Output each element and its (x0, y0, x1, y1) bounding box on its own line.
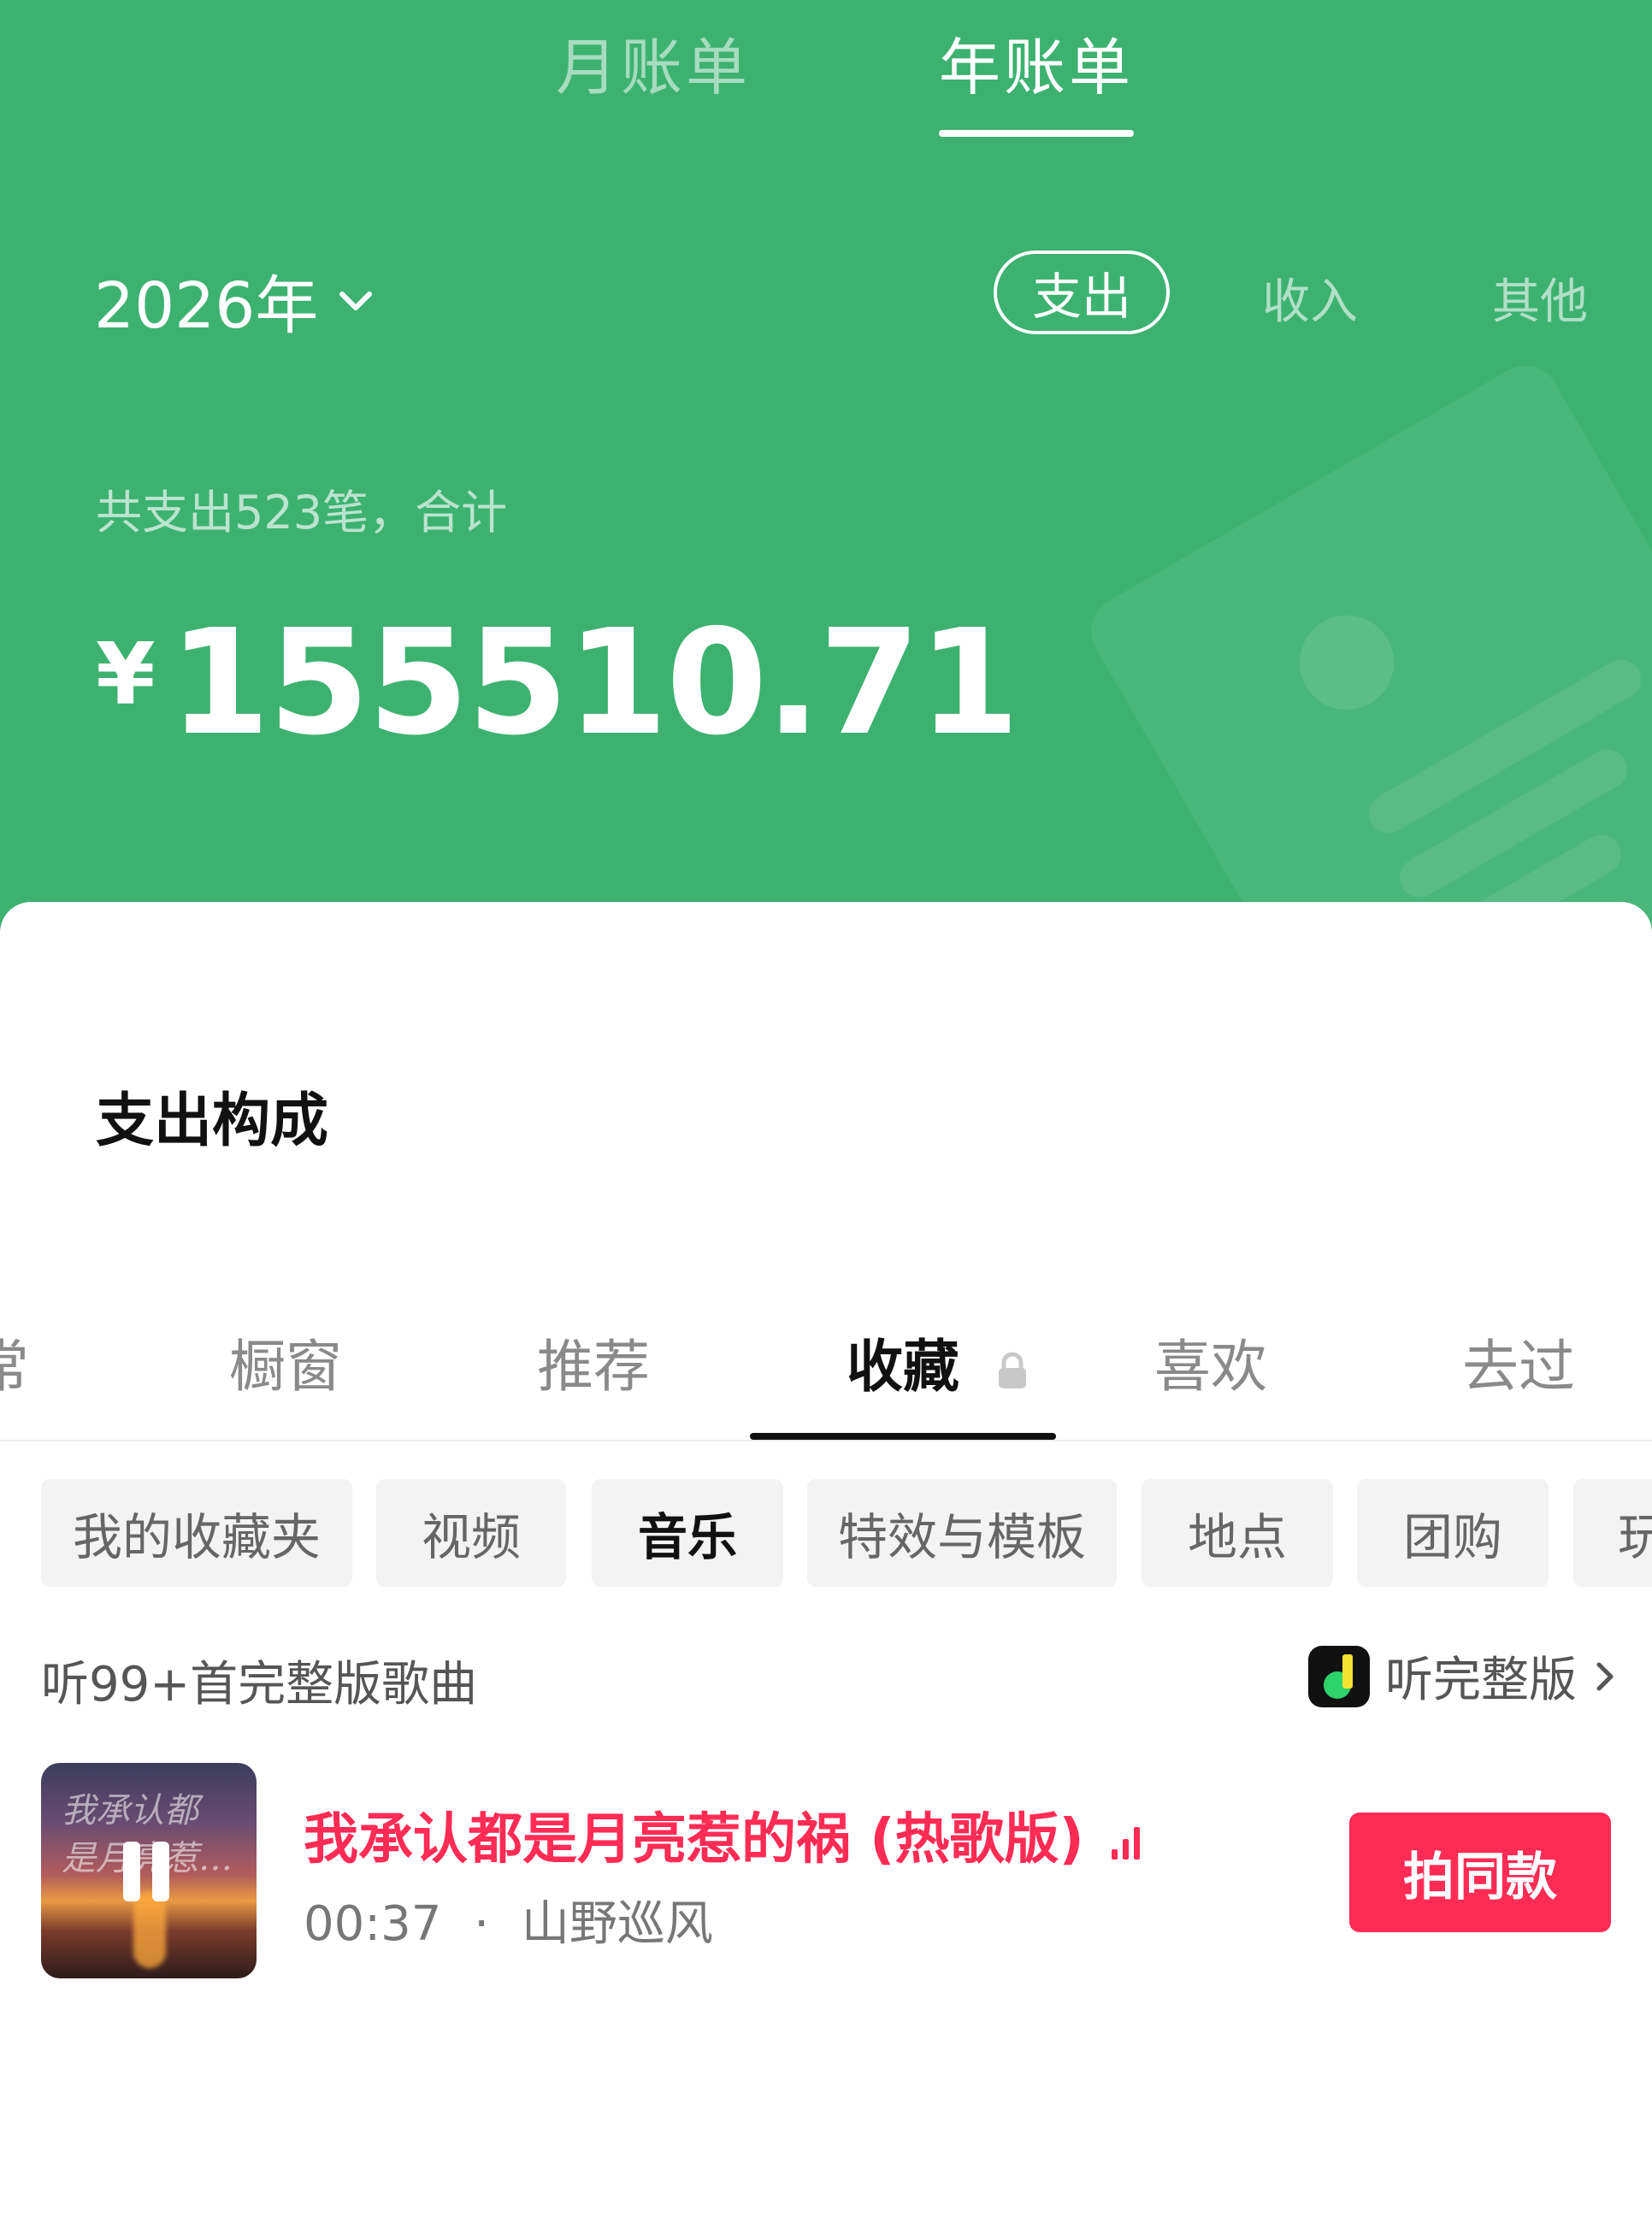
active-tab-underline (939, 130, 1134, 137)
shoot-same-button[interactable]: 拍同款 (1349, 1813, 1611, 1932)
playing-bars-icon (1112, 1825, 1141, 1860)
tabs-divider (0, 1440, 1652, 1441)
chevron-down-icon (339, 291, 373, 310)
chip-places[interactable]: 地点 (1142, 1479, 1333, 1587)
tab-yearly-bill[interactable]: 年账单 (939, 17, 1134, 107)
chip-partial[interactable]: 玩 (1573, 1479, 1652, 1587)
currency-symbol: ¥ (96, 624, 156, 724)
song-title-text: 我承认都是月亮惹的祸 (热歌版) (304, 1808, 1084, 1872)
chip-group-buy[interactable]: 团购 (1357, 1479, 1549, 1587)
expense-summary: 共支出523笔，合计 (96, 486, 508, 539)
cover-sun-reflection (133, 1891, 166, 1968)
music-app-icon (1308, 1645, 1370, 1707)
meta-separator: · (474, 1896, 490, 1952)
tab-recommend[interactable]: 推荐 (537, 1321, 650, 1403)
song-title[interactable]: 我承认都是月亮惹的祸 (热歌版) (304, 1795, 1141, 1874)
bill-type-tabs: 月账单 年账单 (0, 17, 1652, 137)
chip-favorite-folders[interactable]: 我的收藏夹 (41, 1479, 352, 1587)
tab-favorites-label: 收藏 (847, 1334, 959, 1400)
song-duration: 00:37 (304, 1896, 442, 1952)
tab-visited[interactable]: 去过 (1462, 1321, 1575, 1403)
lock-icon (998, 1352, 1026, 1388)
section-title: 支出构成 (96, 1088, 329, 1155)
decorative-dot (1300, 616, 1394, 710)
year-label: 2026年 (94, 269, 319, 343)
listen-full-songs-text: 听99+首完整版歌曲 (41, 1657, 478, 1712)
chevron-right-icon (1596, 1662, 1614, 1690)
chip-videos[interactable]: 视频 (376, 1479, 566, 1587)
tab-monthly-bill[interactable]: 月账单 (556, 17, 751, 107)
segment-income[interactable]: 收入 (1262, 263, 1358, 333)
song-meta: 00:37 · 山野巡风 (304, 1885, 713, 1954)
chip-effects-templates[interactable]: 特效与模板 (807, 1479, 1117, 1587)
bill-header: 月账单 年账单 2026年 支出 收入 其他 共支出523笔，合计 ¥ 1555… (0, 0, 1652, 958)
total-amount: ¥ 155510.71 (96, 598, 1020, 768)
page: 月账单 年账单 2026年 支出 收入 其他 共支出523笔，合计 ¥ 1555… (0, 0, 1652, 2240)
tab-likes[interactable]: 喜欢 (1154, 1321, 1267, 1403)
active-profile-tab-underline (750, 1433, 1056, 1440)
song-artist: 山野巡风 (521, 1896, 713, 1952)
profile-tabs: 常 橱窗 推荐 收藏 喜欢 去过 (0, 1321, 1652, 1441)
listen-full-version-link[interactable]: 听完整版 (1308, 1642, 1618, 1711)
segment-other[interactable]: 其他 (1492, 263, 1588, 333)
year-selector[interactable]: 2026年 (94, 255, 375, 346)
chip-music[interactable]: 音乐 (592, 1479, 783, 1587)
amount-value: 155510.71 (168, 598, 1020, 768)
segment-expense[interactable]: 支出 (994, 251, 1170, 334)
tab-showcase[interactable]: 橱窗 (229, 1321, 342, 1403)
tab-partial[interactable]: 常 (0, 1321, 29, 1403)
full-version-label: 听完整版 (1385, 1653, 1577, 1708)
tab-favorites[interactable]: 收藏 (847, 1321, 1029, 1403)
pause-icon[interactable] (123, 1842, 174, 1901)
song-cover[interactable]: 我承认都 是月亮惹… (41, 1763, 257, 1978)
